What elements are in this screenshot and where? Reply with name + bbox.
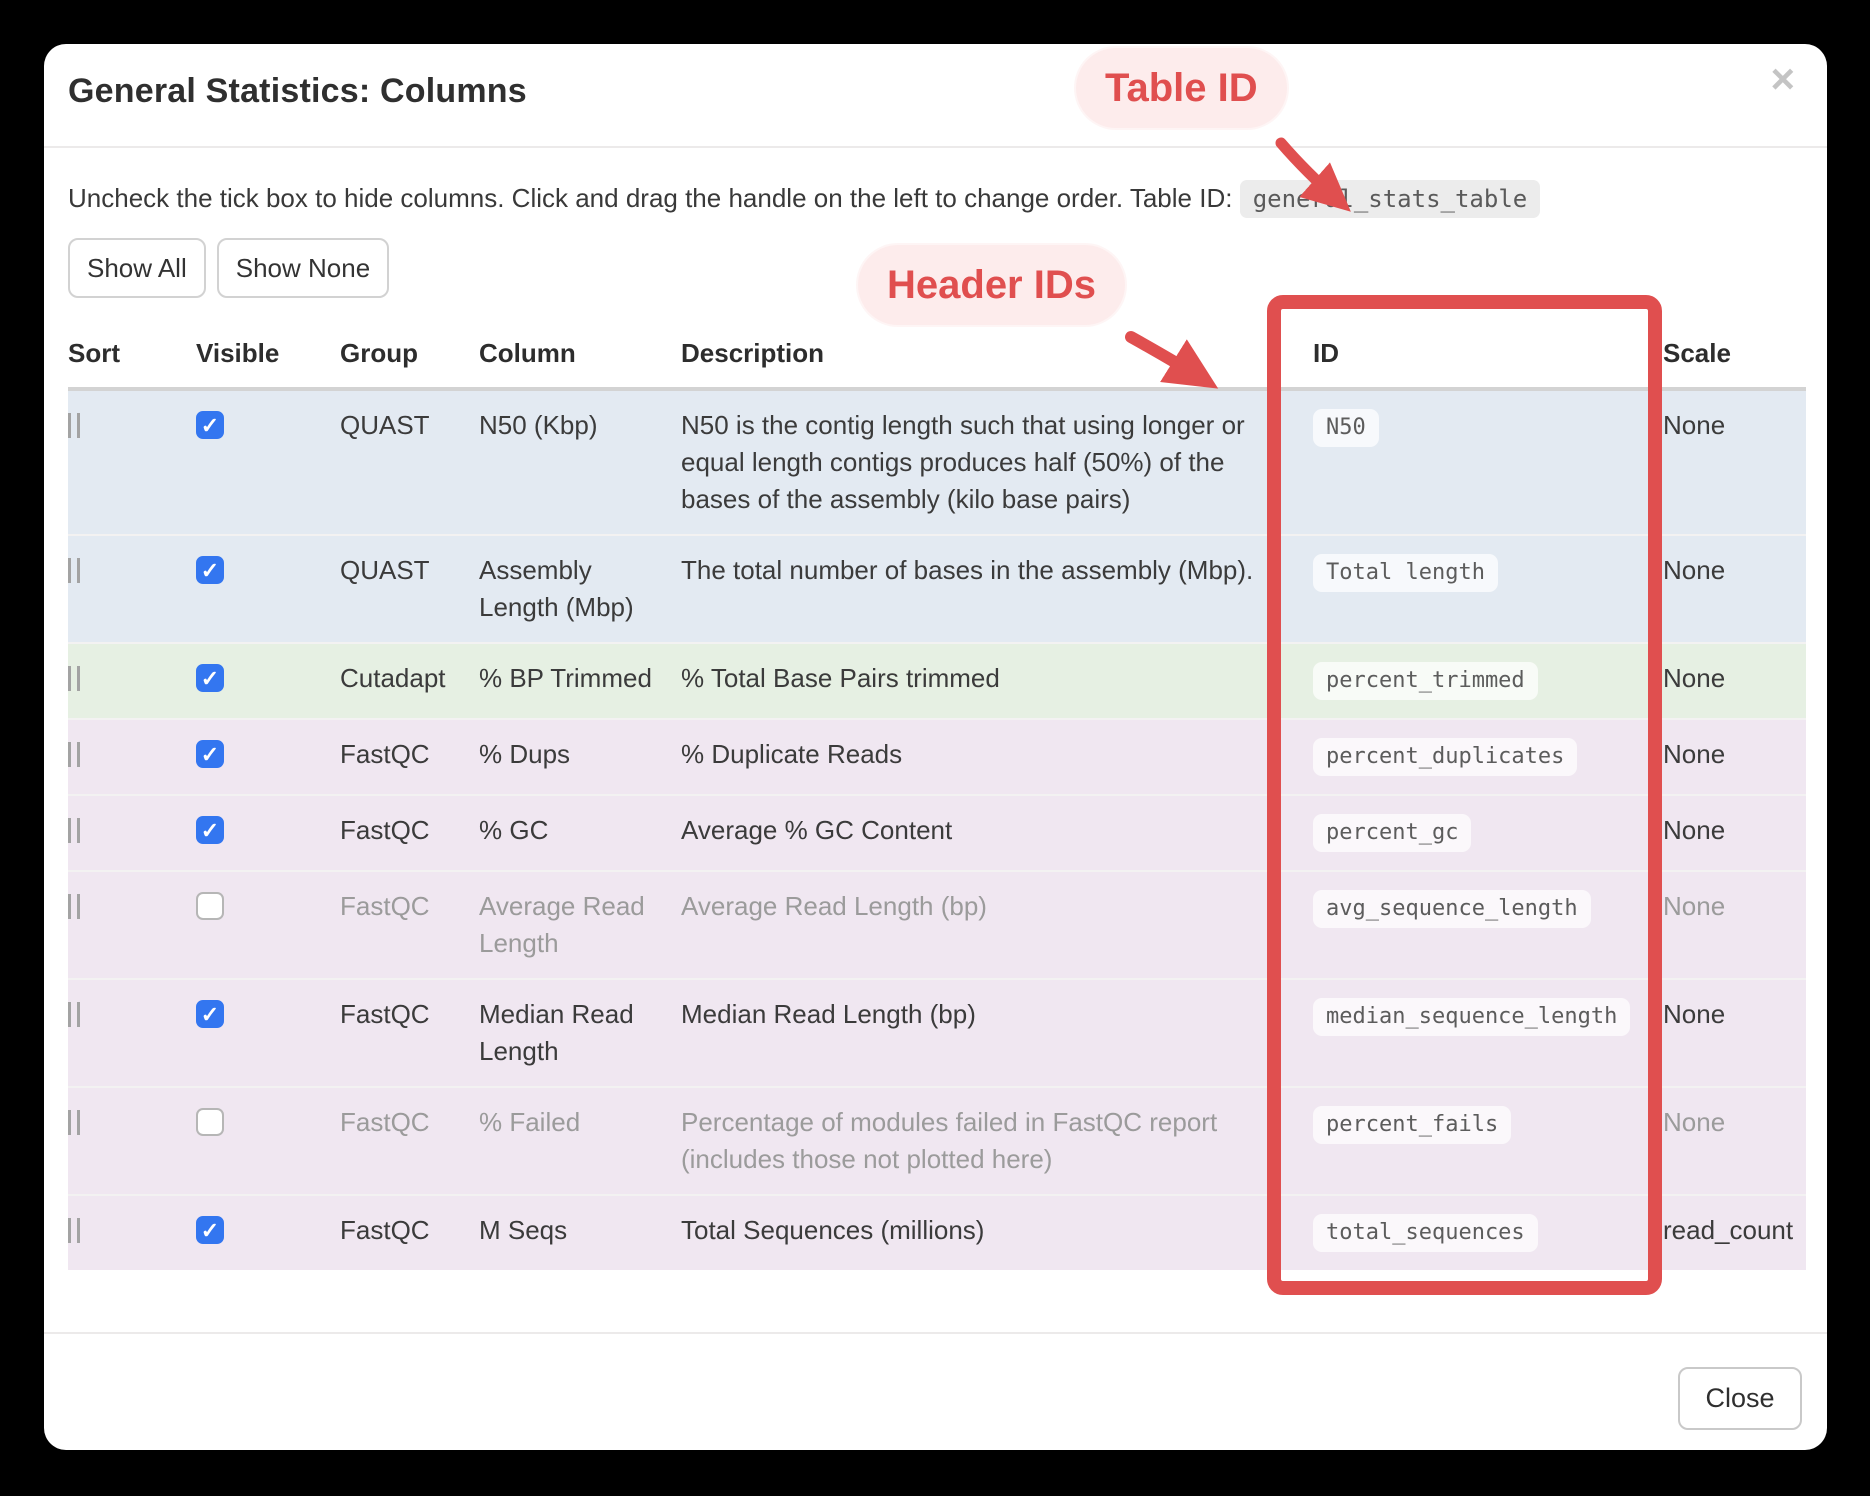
header-group: Group — [340, 332, 479, 389]
drag-handle-icon[interactable] — [68, 1002, 80, 1027]
group-cell: FastQC — [340, 1195, 479, 1270]
visibility-checkbox[interactable] — [196, 1216, 224, 1244]
id-badge: Total length — [1313, 554, 1498, 592]
description-cell: Average % GC Content — [681, 795, 1313, 871]
scale-cell: read_count — [1663, 1215, 1793, 1245]
table-row: FastQC % Failed Percentage of modules fa… — [68, 1087, 1806, 1195]
scale-cell: None — [1663, 555, 1725, 585]
show-none-button[interactable]: Show None — [217, 238, 389, 298]
header-description: Description — [681, 332, 1313, 389]
column-cell: % Failed — [479, 1087, 681, 1195]
visibility-checkbox[interactable] — [196, 1108, 224, 1136]
scale-cell: None — [1663, 815, 1725, 845]
visibility-checkbox[interactable] — [196, 664, 224, 692]
header-id: ID — [1313, 332, 1663, 389]
table-row: FastQC % GC Average % GC Content percent… — [68, 795, 1806, 871]
column-cell: % BP Trimmed — [479, 643, 681, 719]
visibility-checkbox[interactable] — [196, 1000, 224, 1028]
visibility-checkbox[interactable] — [196, 411, 224, 439]
id-badge: percent_duplicates — [1313, 738, 1577, 776]
table-row: Cutadapt % BP Trimmed % Total Base Pairs… — [68, 643, 1806, 719]
close-icon[interactable]: × — [1770, 58, 1795, 100]
table-row: FastQC Median Read Length Median Read Le… — [68, 979, 1806, 1087]
columns-config-modal: General Statistics: Columns × Uncheck th… — [44, 44, 1827, 1450]
id-badge: percent_fails — [1313, 1106, 1511, 1144]
id-badge: avg_sequence_length — [1313, 890, 1591, 928]
scale-cell: None — [1663, 410, 1725, 440]
footer-divider — [44, 1332, 1827, 1334]
scale-cell: None — [1663, 891, 1725, 921]
page-title: General Statistics: Columns — [68, 72, 527, 111]
scale-cell: None — [1663, 1107, 1725, 1137]
close-button[interactable]: Close — [1678, 1367, 1802, 1430]
intro-sentence: Uncheck the tick box to hide columns. Cl… — [68, 183, 1232, 213]
group-cell: FastQC — [340, 871, 479, 979]
description-cell: Percentage of modules failed in FastQC r… — [681, 1087, 1313, 1195]
description-cell: Total Sequences (millions) — [681, 1195, 1313, 1270]
scale-cell: None — [1663, 739, 1725, 769]
column-cell: N50 (Kbp) — [479, 389, 681, 535]
drag-handle-icon[interactable] — [68, 742, 80, 767]
drag-handle-icon[interactable] — [68, 894, 80, 919]
drag-handle-icon[interactable] — [68, 818, 80, 843]
group-cell: QUAST — [340, 535, 479, 643]
visibility-checkbox[interactable] — [196, 816, 224, 844]
column-cell: Average Read Length — [479, 871, 681, 979]
table-id-code: general_stats_table — [1240, 180, 1541, 218]
drag-handle-icon[interactable] — [68, 1110, 80, 1135]
group-cell: FastQC — [340, 719, 479, 795]
intro-text: Uncheck the tick box to hide columns. Cl… — [68, 180, 1788, 218]
description-cell: Average Read Length (bp) — [681, 871, 1313, 979]
description-cell: N50 is the contig length such that using… — [681, 389, 1313, 535]
column-cell: Assembly Length (Mbp) — [479, 535, 681, 643]
header-scale: Scale — [1663, 332, 1806, 389]
description-cell: % Total Base Pairs trimmed — [681, 643, 1313, 719]
description-cell: The total number of bases in the assembl… — [681, 535, 1313, 643]
header-column: Column — [479, 332, 681, 389]
description-cell: % Duplicate Reads — [681, 719, 1313, 795]
drag-handle-icon[interactable] — [68, 558, 80, 583]
group-cell: FastQC — [340, 795, 479, 871]
drag-handle-icon[interactable] — [68, 666, 80, 691]
group-cell: QUAST — [340, 389, 479, 535]
header-visible: Visible — [196, 332, 340, 389]
group-cell: Cutadapt — [340, 643, 479, 719]
visibility-checkbox[interactable] — [196, 556, 224, 584]
id-badge: percent_gc — [1313, 814, 1471, 852]
id-badge: N50 — [1313, 409, 1379, 447]
visibility-checkbox[interactable] — [196, 892, 224, 920]
column-cell: M Seqs — [479, 1195, 681, 1270]
header-sort: Sort — [68, 332, 196, 389]
scale-cell: None — [1663, 999, 1725, 1029]
table-row: FastQC % Dups % Duplicate Reads percent_… — [68, 719, 1806, 795]
scale-cell: None — [1663, 663, 1725, 693]
table-row: QUAST N50 (Kbp) N50 is the contig length… — [68, 389, 1806, 535]
show-all-button[interactable]: Show All — [68, 238, 206, 298]
drag-handle-icon[interactable] — [68, 413, 80, 438]
id-badge: percent_trimmed — [1313, 662, 1538, 700]
table-row: FastQC Average Read Length Average Read … — [68, 871, 1806, 979]
columns-table: Sort Visible Group Column Description ID… — [68, 332, 1806, 1270]
column-cell: % GC — [479, 795, 681, 871]
group-cell: FastQC — [340, 1087, 479, 1195]
id-badge: total_sequences — [1313, 1214, 1538, 1252]
drag-handle-icon[interactable] — [68, 1218, 80, 1243]
table-id-annotation: Table ID — [1076, 48, 1287, 128]
description-cell: Median Read Length (bp) — [681, 979, 1313, 1087]
table-row: QUAST Assembly Length (Mbp) The total nu… — [68, 535, 1806, 643]
header-ids-annotation: Header IDs — [858, 245, 1125, 325]
group-cell: FastQC — [340, 979, 479, 1087]
header-divider — [44, 146, 1827, 148]
column-cell: Median Read Length — [479, 979, 681, 1087]
visibility-checkbox[interactable] — [196, 740, 224, 768]
table-row: FastQC M Seqs Total Sequences (millions)… — [68, 1195, 1806, 1270]
column-cell: % Dups — [479, 719, 681, 795]
screenshot-background: General Statistics: Columns × Uncheck th… — [0, 0, 1870, 1496]
visibility-button-row: Show All Show None — [68, 238, 389, 298]
id-badge: median_sequence_length — [1313, 998, 1630, 1036]
table-header-row: Sort Visible Group Column Description ID… — [68, 332, 1806, 389]
